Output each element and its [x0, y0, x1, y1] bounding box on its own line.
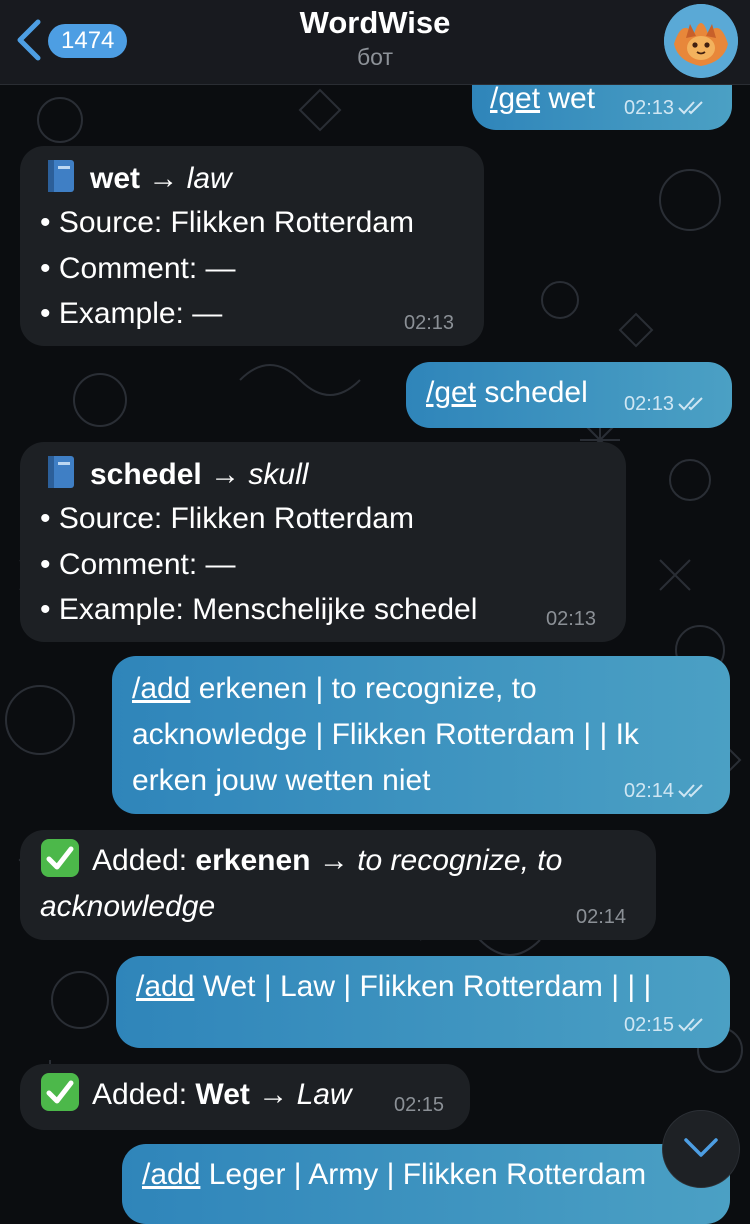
command-link[interactable]: /add	[142, 1158, 200, 1191]
example-line: • Example: —	[40, 297, 223, 330]
check-mark-icon	[41, 1073, 79, 1111]
scroll-to-bottom-button[interactable]	[662, 1110, 740, 1188]
arrow-glyph: →	[148, 162, 179, 195]
blue-book-icon	[48, 456, 74, 488]
source-line: • Source: Flikken Rotterdam	[40, 502, 414, 535]
blue-book-icon	[48, 160, 74, 192]
message-time: 02:14	[576, 906, 627, 928]
bot-reply-message[interactable]: Added: Wet → Law 02:15	[20, 1064, 470, 1130]
word: wet	[90, 162, 141, 195]
added-prefix: Added:	[92, 1078, 196, 1111]
message-text: wet	[540, 82, 596, 115]
message-text: schedel	[476, 376, 588, 409]
comment-line: • Comment: —	[40, 252, 236, 285]
chat-title: WordWise	[299, 5, 451, 40]
arrow-glyph: →	[318, 844, 349, 877]
chat-title-area[interactable]: WordWise бот	[200, 4, 550, 72]
message-time: 02:13	[404, 312, 455, 334]
chevron-down-icon	[684, 1138, 718, 1157]
message-time: 02:15	[624, 1014, 675, 1036]
word: Wet	[195, 1078, 250, 1111]
command-link[interactable]: /add	[132, 672, 190, 705]
translation: law	[186, 162, 232, 195]
bot-avatar[interactable]	[664, 4, 738, 78]
command-link[interactable]: /get	[490, 82, 540, 115]
chevron-left-icon	[17, 19, 41, 61]
arrow-glyph: →	[210, 458, 241, 491]
back-button[interactable]: 1474	[12, 14, 142, 66]
check-mark-icon	[41, 839, 79, 877]
message-text: Wet | Law | Flikken Rotterdam | | |	[194, 970, 652, 1003]
message-time: 02:13	[546, 608, 597, 630]
outgoing-message[interactable]: /get schedel 02:13	[406, 362, 732, 428]
example-line: • Example: Menschelijke schedel	[40, 593, 478, 626]
arrow-glyph: →	[258, 1078, 289, 1111]
chat-header: 1474 WordWise бот	[0, 0, 750, 85]
translation: skull	[248, 458, 309, 491]
bot-reply-message[interactable]: schedel → skull • Source: Flikken Rotter…	[20, 442, 626, 642]
added-prefix: Added:	[92, 844, 196, 877]
source-line: • Source: Flikken Rotterdam	[40, 206, 414, 239]
outgoing-message[interactable]: /add erkenen | to recognize, to acknowle…	[112, 656, 730, 814]
bot-reply-message[interactable]: wet → law • Source: Flikken Rotterdam • …	[20, 146, 484, 346]
comment-line: • Comment: —	[40, 548, 236, 581]
message-text: Leger | Army | Flikken Rotterdam	[200, 1158, 647, 1191]
unread-count-badge: 1474	[48, 24, 128, 58]
bot-reply-message[interactable]: Added: erkenen → to recognize, to acknow…	[20, 830, 656, 940]
double-check-icon	[678, 397, 703, 411]
double-check-icon	[678, 101, 703, 115]
outgoing-message[interactable]: /add Wet | Law | Flikken Rotterdam | | |…	[116, 956, 730, 1048]
double-check-icon	[678, 1018, 703, 1032]
command-link[interactable]: /get	[426, 376, 476, 409]
message-time: 02:15	[394, 1094, 445, 1116]
chat-subtitle: бот	[357, 44, 393, 70]
message-time: 02:14	[624, 780, 675, 802]
outgoing-message[interactable]: /add Leger | Army | Flikken Rotterdam	[122, 1144, 730, 1224]
message-text: erkenen | to recognize, to acknowledge |…	[132, 672, 639, 797]
command-link[interactable]: /add	[136, 970, 194, 1003]
message-time: 02:13	[624, 97, 675, 119]
double-check-icon	[678, 784, 703, 798]
word: schedel	[90, 458, 202, 491]
translation: Law	[296, 1078, 352, 1111]
message-time: 02:13	[624, 393, 675, 415]
word: erkenen	[195, 844, 311, 877]
